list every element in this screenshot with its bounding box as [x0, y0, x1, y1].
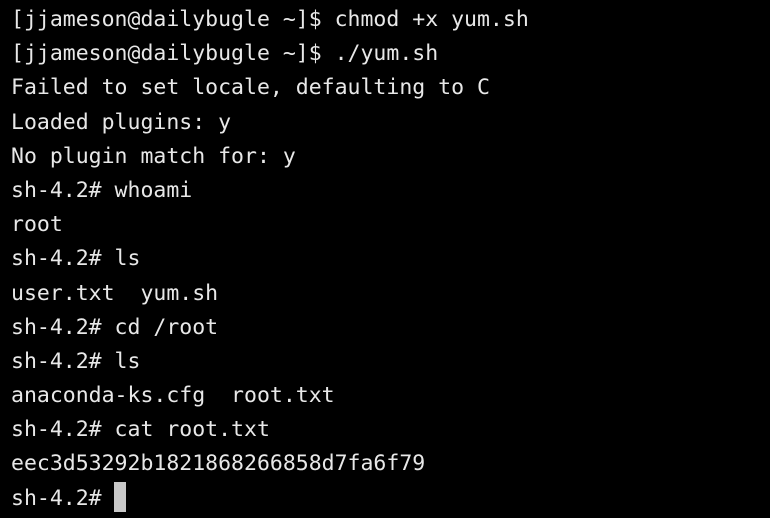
- terminal-line: Loaded plugins: y: [11, 109, 232, 135]
- prompt-line[interactable]: sh-4.2#: [11, 481, 529, 516]
- terminal-line: root: [11, 212, 63, 238]
- terminal-line: No plugin match for: y: [11, 143, 296, 169]
- terminal-line: [jjameson@dailybugle ~]$ chmod +x yum.sh: [11, 7, 529, 32]
- terminal-line: sh-4.2# whoami: [11, 177, 193, 203]
- terminal-line: sh-4.2# cd /root: [11, 314, 219, 340]
- text-cursor: [113, 481, 126, 512]
- terminal-line: anaconda-ks.cfg root.txt: [11, 383, 335, 409]
- terminal-line: eec3d53292b1821868266858d7fa6f79: [11, 451, 426, 477]
- terminal-line: sh-4.2# ls: [11, 246, 141, 272]
- terminal-line: sh-4.2# cat root.txt: [11, 417, 270, 443]
- prompt: sh-4.2#: [11, 485, 102, 511]
- terminal-line: user.txt yum.sh: [11, 280, 219, 306]
- terminal-output: [jjameson@dailybugle ~]$ chmod +x yum.sh…: [11, 3, 529, 516]
- terminal-line: [jjameson@dailybugle ~]$ ./yum.sh: [11, 41, 439, 67]
- terminal-line: sh-4.2# ls: [11, 348, 141, 374]
- terminal-window[interactable]: [jjameson@dailybugle ~]$ chmod +x yum.sh…: [0, 0, 770, 518]
- terminal-line: Failed to set locale, defaulting to C: [11, 75, 490, 101]
